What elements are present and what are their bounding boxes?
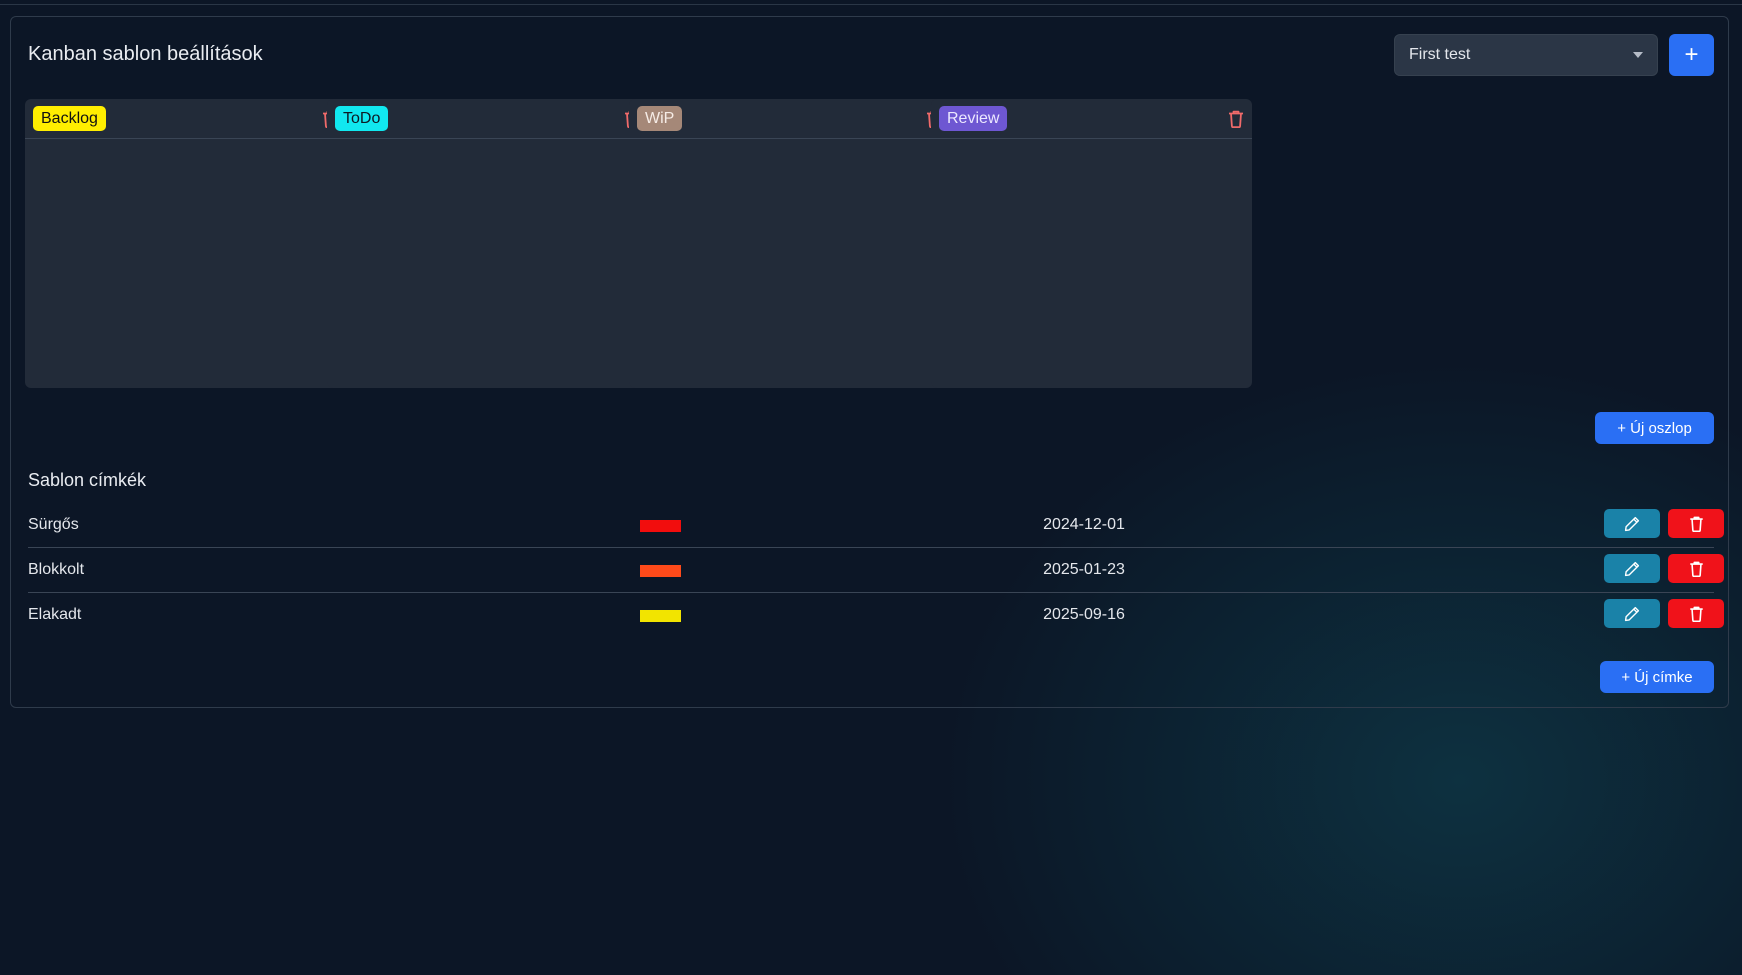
edit-label-button[interactable] (1604, 599, 1660, 628)
trash-icon (1689, 606, 1703, 622)
kanban-column-todo: ToDo (327, 99, 648, 388)
label-name: Sürgős (28, 516, 79, 533)
label-color-swatch (640, 610, 681, 622)
pencil-icon (1624, 606, 1640, 621)
delete-label-button[interactable] (1668, 554, 1724, 583)
column-label-badge[interactable]: Backlog (33, 106, 106, 131)
kanban-column-header: ToDo (327, 99, 648, 139)
pencil-icon (1624, 516, 1640, 531)
kanban-column-review: Review (931, 99, 1252, 388)
label-date: 2025-09-16 (1043, 606, 1125, 623)
page-title: Kanban sablon beállítások (28, 43, 263, 65)
kanban-column-header: WiP (629, 99, 950, 139)
kanban-column-header: Backlog (25, 99, 346, 139)
label-row: Sürgős 2024-12-01 (28, 503, 1724, 548)
chevron-down-icon (1633, 52, 1643, 58)
template-settings-panel: Kanban sablon beállítások First test + B… (10, 16, 1729, 708)
trash-icon (1689, 561, 1703, 577)
label-date: 2024-12-01 (1043, 516, 1125, 533)
kanban-column-wip: WiP (629, 99, 950, 388)
template-select-value: First test (1409, 46, 1471, 63)
label-color-swatch (640, 565, 681, 577)
label-name: Blokkolt (28, 561, 85, 578)
label-name: Elakadt (28, 606, 82, 623)
kanban-column-backlog: Backlog (25, 99, 346, 388)
add-template-button[interactable]: + (1669, 34, 1714, 76)
template-select[interactable]: First test (1394, 34, 1658, 76)
new-label-button[interactable]: + Új címke (1600, 661, 1714, 693)
labels-section-title: Sablon címkék (28, 470, 147, 490)
column-label-badge[interactable]: Review (939, 106, 1008, 131)
column-label-badge[interactable]: ToDo (335, 106, 389, 131)
label-row: Elakadt 2025-09-16 (28, 593, 1724, 638)
column-label-badge[interactable]: WiP (637, 106, 683, 131)
trash-icon (1689, 516, 1703, 532)
delete-label-button[interactable] (1668, 599, 1724, 628)
new-column-button[interactable]: + Új oszlop (1595, 412, 1714, 444)
pencil-icon (1624, 561, 1640, 576)
label-date: 2025-01-23 (1043, 561, 1125, 578)
plus-icon: + (1684, 41, 1699, 68)
edit-label-button[interactable] (1604, 554, 1660, 583)
kanban-column-header: Review (931, 99, 1252, 139)
edit-label-button[interactable] (1604, 509, 1660, 538)
trash-icon[interactable] (1228, 110, 1244, 128)
label-row: Blokkolt 2025-01-23 (28, 548, 1724, 593)
label-color-swatch (640, 520, 681, 532)
top-divider (0, 0, 1742, 5)
delete-label-button[interactable] (1668, 509, 1724, 538)
